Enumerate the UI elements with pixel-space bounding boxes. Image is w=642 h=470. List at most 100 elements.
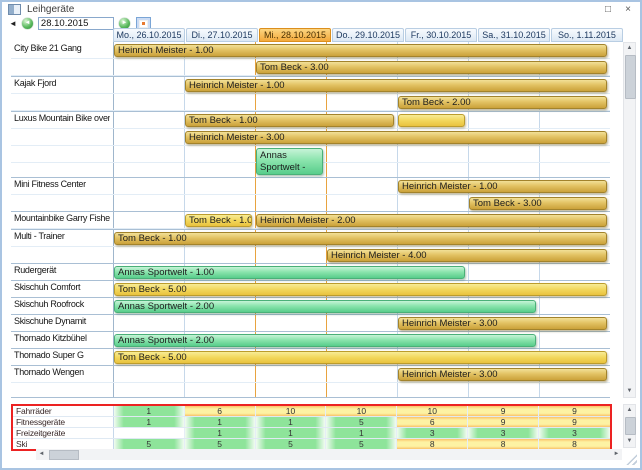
summary-count-cell: 1 xyxy=(256,428,327,438)
summary-category-label: Fahrräder xyxy=(13,406,114,416)
equipment-label: Multi - Trainer xyxy=(14,231,110,241)
window-icon xyxy=(8,4,21,15)
equipment-label: Mountainbike Garry Fisher xyxy=(14,213,110,223)
summary-count-cell: 3 xyxy=(468,428,539,438)
booking-bar[interactable]: Heinrich Meister - 1.00 xyxy=(398,180,607,193)
summary-scroll-down-icon[interactable]: ▼ xyxy=(624,436,635,447)
summary-count-cell: 9 xyxy=(539,417,610,427)
booking-bar[interactable]: Tom Beck - 3.00 xyxy=(469,197,607,210)
summary-count-cell: 1 xyxy=(326,428,397,438)
booking-bar[interactable]: Annas Sportwelt - 1.00 xyxy=(114,266,465,279)
summary-count-cell: 6 xyxy=(185,406,256,416)
horizontal-scroll-thumb[interactable] xyxy=(49,450,79,460)
booking-bar[interactable]: Tom Beck - 5.00 xyxy=(114,283,607,296)
equipment-row-2: Luxus Mountain Bike oversizedTom Beck - … xyxy=(11,112,610,178)
equipment-label: Thornado Super G xyxy=(14,350,110,360)
summary-count-cell: 5 xyxy=(256,439,327,449)
day-header-4[interactable]: Fr., 30.10.2015 xyxy=(405,28,477,42)
booking-bar[interactable]: Annas Sportwelt - 2.00 xyxy=(114,300,536,313)
summary-scroll-up-icon[interactable]: ▲ xyxy=(624,405,635,416)
summary-count-cell: 1 xyxy=(114,406,185,416)
maximize-button-icon[interactable]: □ xyxy=(600,3,616,16)
summary-count-cell: 10 xyxy=(256,406,327,416)
scroll-down-icon[interactable]: ▼ xyxy=(624,386,635,397)
equipment-row-6: Rudergerät Annas Sportwelt - 1.00 xyxy=(11,264,610,281)
summary-count-cell: 10 xyxy=(326,406,397,416)
equipment-row-4: Mountainbike Garry Fisher Tom Beck - 1.00… xyxy=(11,212,610,230)
summary-vertical-scrollbar[interactable]: ▲ ▼ xyxy=(623,404,636,448)
summary-count-cell: 5 xyxy=(326,417,397,427)
summary-count-cell: 6 xyxy=(397,417,468,427)
summary-count-cell: 3 xyxy=(397,428,468,438)
summary-count-cell: 9 xyxy=(468,417,539,427)
summary-count-cell: 8 xyxy=(468,439,539,449)
summary-count-cell: 1 xyxy=(256,417,327,427)
equipment-row-0: City Bike 21 GangHeinrich Meister - 1.00… xyxy=(11,42,610,77)
summary-count-cell: 1 xyxy=(114,417,185,427)
equipment-row-7: Skischuh Comfort Tom Beck - 5.00 xyxy=(11,281,610,298)
booking-bar[interactable]: Annas Sportwelt - 2.00 xyxy=(256,148,323,175)
day-header-0[interactable]: Mo., 26.10.2015 xyxy=(113,28,185,42)
summary-row-0: Fahrräder1610101099 xyxy=(13,406,610,417)
equipment-row-8: Skischuh RoofrockAnnas Sportwelt - 2.00 xyxy=(11,298,610,315)
day-header-3[interactable]: Do., 29.10.2015 xyxy=(332,28,404,42)
day-header-row: Mo., 26.10.2015Di., 27.10.2015Mi., 28.10… xyxy=(11,28,624,42)
equipment-row-3: Mini Fitness CenterHeinrich Meister - 1.… xyxy=(11,178,610,212)
scroll-left-icon[interactable]: ◄ xyxy=(36,449,47,460)
booking-bar[interactable]: Heinrich Meister - 1.00 xyxy=(185,79,607,92)
equipment-label: Skischuh Comfort xyxy=(14,282,110,292)
day-header-2[interactable]: Mi., 28.10.2015 xyxy=(259,28,331,42)
equipment-row-10: Thornado KitzbühelAnnas Sportwelt - 2.00 xyxy=(11,332,610,349)
booking-bar[interactable]: Heinrich Meister - 1.00 xyxy=(114,44,607,57)
summary-count-cell: 9 xyxy=(539,406,610,416)
equipment-row-12: Thornado Wengen Heinrich Meister - 3.00 xyxy=(11,366,610,398)
scroll-right-icon[interactable]: ► xyxy=(611,449,622,460)
booking-bar[interactable]: Tom Beck - 5.00 xyxy=(114,351,607,364)
summary-scroll-thumb[interactable] xyxy=(625,417,636,435)
booking-bar[interactable]: Tom Beck - 2.00 xyxy=(398,96,607,109)
header-spacer xyxy=(11,28,113,42)
summary-category-label: Freizeitgeräte xyxy=(13,428,114,438)
main-scroll-thumb[interactable] xyxy=(625,55,636,99)
equipment-label: Thornado Wengen xyxy=(14,367,110,377)
booking-bar[interactable]: Tom Beck - 3.00 xyxy=(256,61,607,74)
equipment-row-11: Thornado Super G Tom Beck - 5.00 xyxy=(11,349,610,366)
scroll-up-icon[interactable]: ▲ xyxy=(624,43,635,54)
equipment-label: Rudergerät xyxy=(14,265,110,275)
summary-category-label: Fitnessgeräte xyxy=(13,417,114,427)
booking-bar[interactable]: Tom Beck - 1.00 xyxy=(114,232,607,245)
main-vertical-scrollbar[interactable]: ▲ ▼ xyxy=(623,42,636,398)
booking-bar[interactable]: Heinrich Meister - 3.00 xyxy=(398,317,607,330)
booking-bar[interactable]: Heinrich Meister - 3.00 xyxy=(185,131,607,144)
summary-count-cell xyxy=(114,428,185,438)
summary-count-cell: 5 xyxy=(114,439,185,449)
equipment-row-1: Kajak FjordHeinrich Meister - 1.00Tom Be… xyxy=(11,77,610,112)
booking-bar[interactable] xyxy=(398,114,465,127)
summary-count-cell: 9 xyxy=(468,406,539,416)
horizontal-scrollbar[interactable]: ◄ ► xyxy=(36,449,622,460)
equipment-row-5: Multi - Trainer Tom Beck - 1.00 Heinrich M… xyxy=(11,230,610,264)
close-button-icon[interactable]: × xyxy=(620,3,636,16)
title-bar: Leihgeräte □ × xyxy=(2,2,640,17)
summary-count-cell: 5 xyxy=(326,439,397,449)
day-header-6[interactable]: So., 1.11.2015 xyxy=(551,28,623,42)
summary-count-cell: 8 xyxy=(397,439,468,449)
summary-count-cell: 10 xyxy=(397,406,468,416)
summary-row-3: Ski5555888 xyxy=(13,439,610,449)
booking-bar[interactable]: Heinrich Meister - 3.00 xyxy=(398,368,607,381)
equipment-label: Skischuhe Dynamit xyxy=(14,316,110,326)
booking-bar[interactable]: Tom Beck - 1.00 xyxy=(185,114,394,127)
booking-bar[interactable]: Annas Sportwelt - 2.00 xyxy=(114,334,536,347)
booking-bar[interactable]: Heinrich Meister - 4.00 xyxy=(327,249,607,262)
summary-table: Fahrräder1610101099Fitnessgeräte1115699F… xyxy=(11,404,612,451)
today-calendar-icon xyxy=(139,20,148,28)
summary-category-label: Ski xyxy=(13,439,114,449)
day-header-1[interactable]: Di., 27.10.2015 xyxy=(186,28,258,42)
day-header-5[interactable]: Sa., 31.10.2015 xyxy=(478,28,550,42)
chart-body: City Bike 21 GangHeinrich Meister - 1.00… xyxy=(11,42,610,398)
summary-count-cell: 5 xyxy=(185,439,256,449)
resize-grip[interactable] xyxy=(626,454,637,465)
booking-bar[interactable]: Tom Beck - 1.00 xyxy=(185,214,252,227)
summary-count-cell: 3 xyxy=(539,428,610,438)
booking-bar[interactable]: Heinrich Meister - 2.00 xyxy=(256,214,607,227)
